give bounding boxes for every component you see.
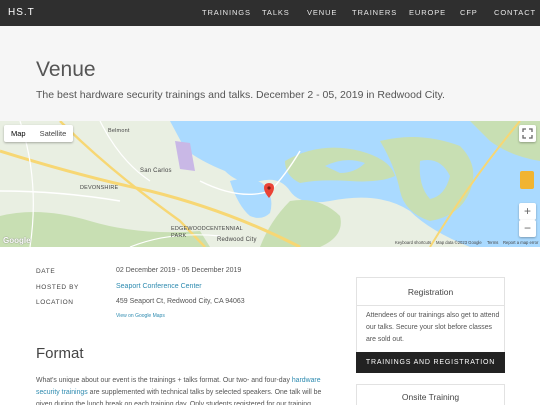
format-text-pre: What's unique about our event is the tra…	[36, 377, 292, 384]
fullscreen-button[interactable]	[519, 125, 536, 142]
nav-venue[interactable]: VENUE	[307, 8, 337, 17]
date-value: 02 December 2019 - 05 December 2019	[116, 267, 242, 274]
map-report-error-link[interactable]: Report a map error	[503, 240, 538, 245]
brand-logo[interactable]: HS.T	[8, 7, 35, 18]
onsite-training-card: Onsite Training	[356, 384, 505, 405]
trainings-registration-button[interactable]: TRAININGS AND REGISTRATION	[356, 352, 505, 373]
top-navbar: HS.T TRAININGS TALKS VENUE TRAINERS EURO…	[0, 0, 540, 26]
map-label-centennial: CENTENNIAL	[206, 226, 243, 232]
host-link[interactable]: Seaport Conference Center	[116, 283, 202, 290]
date-label: DATE	[36, 268, 56, 275]
location-value: 459 Seaport Ct, Redwood City, CA 94063	[116, 298, 245, 305]
street-view-pegman-icon[interactable]	[520, 171, 534, 189]
map-type-map[interactable]: Map	[4, 125, 33, 142]
map-label-belmont: Belmont	[108, 128, 130, 134]
registration-text: Attendees of our trainings also get to a…	[366, 312, 500, 343]
map-label-redwood-city: Redwood City	[217, 237, 257, 243]
registration-title: Registration	[407, 287, 454, 297]
map-label-devonshire: DEVONSHIRE	[80, 185, 119, 191]
nav-cfp[interactable]: CFP	[460, 8, 478, 17]
format-heading: Format	[36, 345, 84, 362]
map-canvas[interactable]	[0, 121, 540, 247]
onsite-training-title: Onsite Training	[401, 392, 460, 402]
card-divider	[357, 305, 504, 306]
nav-trainers[interactable]: TRAINERS	[352, 8, 397, 17]
map-data-credit: Map data ©2023 Google	[436, 240, 482, 245]
nav-europe[interactable]: EUROPE	[409, 8, 446, 17]
zoom-in-button[interactable]: +	[519, 203, 536, 220]
format-paragraph: What's unique about our event is the tra…	[36, 375, 336, 405]
venue-map[interactable]: Map Satellite	[0, 121, 540, 247]
fullscreen-icon	[522, 128, 533, 139]
nav-talks[interactable]: TALKS	[262, 8, 290, 17]
map-type-satellite[interactable]: Satellite	[33, 125, 74, 142]
location-label: LOCATION	[36, 299, 74, 306]
nav-contact[interactable]: CONTACT	[494, 8, 536, 17]
map-keyboard-shortcuts[interactable]: Keyboard shortcuts	[395, 240, 431, 245]
map-label-edgewood-park: EDGEWOOD PARK	[171, 226, 206, 239]
hosted-by-label: HOSTED BY	[36, 284, 79, 291]
zoom-out-button[interactable]: −	[519, 220, 536, 237]
google-maps-link[interactable]: View on Google Maps	[116, 313, 165, 319]
map-terms-link[interactable]: Terms	[487, 240, 498, 245]
page-subtitle: The best hardware security trainings and…	[36, 89, 445, 101]
map-label-san-carlos: San Carlos	[140, 168, 172, 174]
page-title: Venue	[36, 58, 96, 81]
nav-trainings[interactable]: TRAININGS	[202, 8, 251, 17]
map-type-toggle[interactable]: Map Satellite	[4, 125, 74, 142]
google-logo: Google	[3, 236, 31, 245]
